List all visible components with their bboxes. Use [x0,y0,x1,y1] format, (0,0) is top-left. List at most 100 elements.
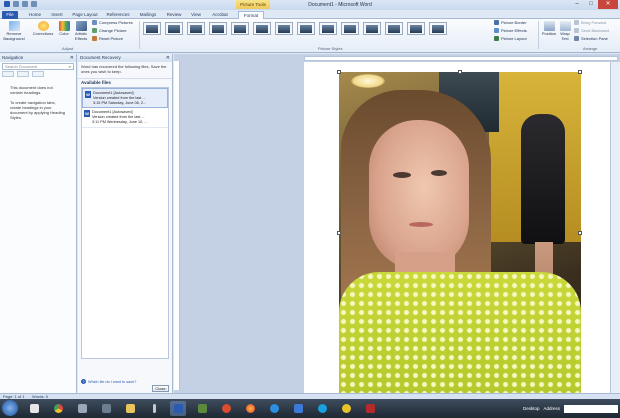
picture-layout-label: Picture Layout [501,36,527,41]
folder-icon[interactable] [122,401,138,416]
picture-style-thumb[interactable] [143,22,161,35]
tab-insert[interactable]: Insert [48,11,66,19]
position-button[interactable]: Position [541,21,557,37]
send-backward-icon [574,28,579,33]
app-icon-blue[interactable] [290,401,306,416]
save-icon[interactable] [13,1,19,7]
word-taskbar-icon[interactable] [170,401,186,416]
picture-border-label: Picture Border [501,20,527,25]
resize-handle[interactable] [458,70,462,74]
firefox-icon[interactable] [242,401,258,416]
picture-style-thumb[interactable] [407,22,425,35]
tab-home[interactable]: Home [26,11,44,19]
change-picture-button[interactable]: Change Picture [92,28,127,33]
artistic-effects-icon [75,21,87,31]
resize-handle[interactable] [337,231,341,235]
navigation-close-icon[interactable]: ✕ [70,54,74,62]
artistic-effects-button[interactable]: Artistic Effects [72,21,90,41]
maximize-button[interactable]: □ [584,0,598,9]
app-icon-red[interactable] [218,401,234,416]
corrections-button[interactable]: Corrections [30,21,56,37]
picture-style-thumb[interactable] [429,22,447,35]
picture-style-thumb[interactable] [231,22,249,35]
undo-icon[interactable] [22,1,28,7]
picture-style-thumb[interactable] [165,22,183,35]
security-shield-icon[interactable] [362,401,378,416]
inserted-photo[interactable] [339,72,581,394]
position-label: Position [541,31,557,36]
minimize-button[interactable]: – [570,0,584,9]
skype-icon[interactable] [314,401,330,416]
redo-icon[interactable] [31,1,37,7]
recovered-file-text: Document1 [Autosaved] Version created fr… [93,91,146,105]
people-icon[interactable] [74,401,90,416]
corrections-sun-icon [37,21,49,31]
media-icon[interactable] [98,401,114,416]
recovered-file-item[interactable]: W Document1 [Autosaved] Version created … [82,108,168,128]
word-document-icon: W [84,110,90,118]
tab-format[interactable]: Format [238,11,264,19]
color-button[interactable]: Color [57,21,71,37]
address-input[interactable] [564,404,618,413]
recovery-title: Document Recovery [80,55,121,60]
remove-background-icon [8,21,20,31]
recovered-file-version: Version created from the last ... [93,95,146,100]
chrome-icon[interactable] [50,401,66,416]
pen-icon[interactable] [146,401,162,416]
close-button[interactable]: ✕ [598,0,618,9]
resize-handle[interactable] [578,70,582,74]
desktop-toolbar-label[interactable]: Desktop [523,406,540,411]
tab-mailings[interactable]: Mailings [136,11,160,19]
picture-style-thumb[interactable] [341,22,359,35]
search-icon[interactable]: ⌕ [69,64,71,70]
tab-file[interactable]: File [2,11,18,19]
compress-pictures-button[interactable]: Compress Pictures [92,20,133,25]
resize-handle[interactable] [578,231,582,235]
picture-layout-icon [494,36,499,41]
tab-review[interactable]: Review [164,11,184,19]
recovery-close-button[interactable]: Close [152,385,169,392]
internet-explorer-icon[interactable] [266,401,282,416]
resize-handle[interactable] [337,70,341,74]
picture-border-button[interactable]: Picture Border [494,20,527,25]
send-backward-button[interactable]: Send Backward [574,28,609,33]
windows-taskbar: Desktop Address [0,399,620,418]
photo-right-eye [431,170,447,176]
picture-style-thumb[interactable] [209,22,227,35]
recovered-file-date: 3:15 PM Saturday, June 06, 2... [93,100,147,105]
tab-results-view[interactable] [32,71,44,77]
tab-acrobat[interactable]: Acrobat [208,11,232,19]
picture-style-thumb[interactable] [363,22,381,35]
start-button-icon[interactable] [2,400,18,416]
tab-headings-view[interactable] [2,71,14,77]
recovered-file-item[interactable]: W Document1 [Autosaved] Version created … [82,88,168,109]
wrap-text-button[interactable]: Wrap Text [558,21,572,41]
reset-picture-label: Reset Picture [99,36,124,41]
app-icon-yellow[interactable] [338,401,354,416]
tab-pages-view[interactable] [17,71,29,77]
minecraft-icon[interactable] [194,401,210,416]
tab-view[interactable]: View [188,11,204,19]
reset-picture-button[interactable]: Reset Picture [92,36,123,41]
selection-pane-icon [574,36,579,41]
picture-effects-button[interactable]: Picture Effects [494,28,527,33]
picture-style-thumb[interactable] [253,22,271,35]
color-icon [58,21,70,31]
picture-style-thumb[interactable] [297,22,315,35]
horizontal-ruler [304,56,618,61]
picture-layout-button[interactable]: Picture Layout [494,36,527,41]
tab-page-layout[interactable]: Page Layout [70,11,100,19]
picture-style-thumb[interactable] [275,22,293,35]
picture-style-thumb[interactable] [319,22,337,35]
remove-background-button[interactable]: Remove Background [2,21,26,41]
navigation-search-input[interactable]: Search Document ⌕ [2,63,74,70]
picture-style-thumb[interactable] [187,22,205,35]
bring-forward-button[interactable]: Bring Forward [574,20,606,25]
vertical-scrollbar[interactable] [610,62,620,393]
recovery-close-icon[interactable]: ✕ [166,54,170,62]
picture-style-thumb[interactable] [385,22,403,35]
tab-references[interactable]: References [104,11,132,19]
selection-pane-button[interactable]: Selection Pane [574,36,608,41]
taskbar-icon-1[interactable] [26,401,42,416]
which-file-help-link[interactable]: ? Which file do I want to save? [81,379,136,384]
